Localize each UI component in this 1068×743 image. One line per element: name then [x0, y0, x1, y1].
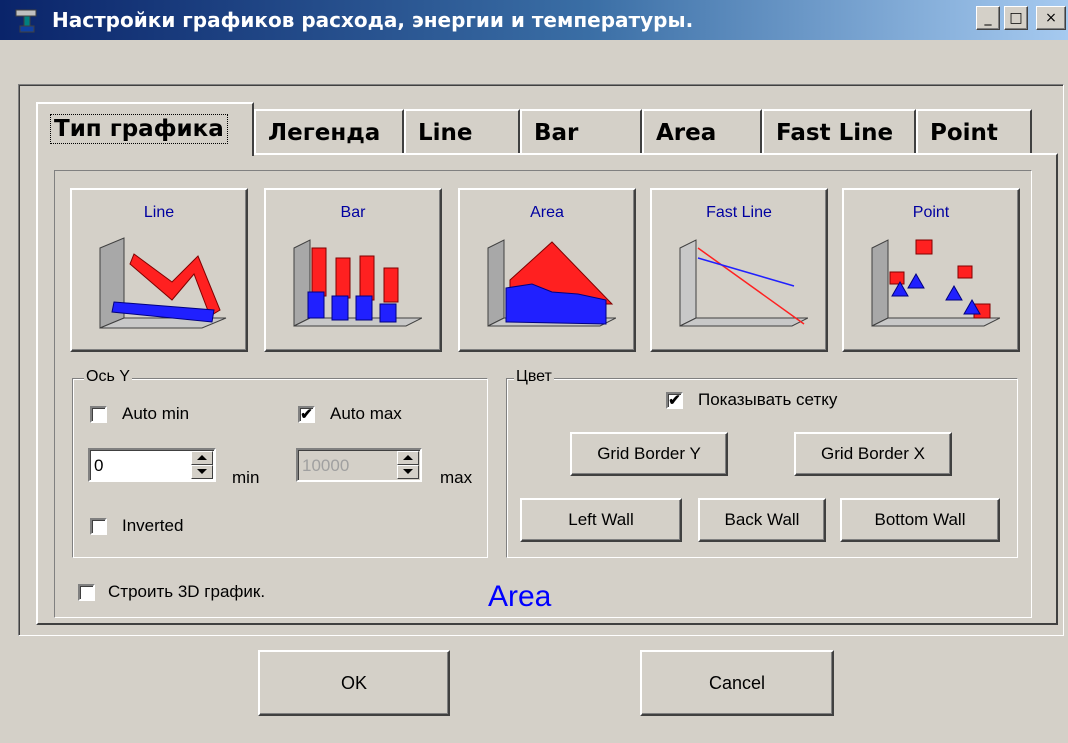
- selected-type-label: Area: [488, 580, 552, 613]
- inverted-label: Inverted: [122, 516, 184, 535]
- tab-bar[interactable]: Bar: [520, 109, 642, 155]
- max-spinbox[interactable]: 10000: [296, 448, 422, 482]
- grid-border-y-button[interactable]: Grid Border Y: [570, 432, 728, 476]
- point-type-button[interactable]: Point: [842, 188, 1020, 352]
- build-3d-checkbox[interactable]: [78, 584, 95, 601]
- left-wall-button[interactable]: Left Wall: [520, 498, 682, 542]
- tab-area[interactable]: Area: [642, 109, 762, 155]
- area-chart-icon: [487, 239, 616, 327]
- inverted-checkbox[interactable]: [90, 518, 107, 535]
- bottom-wall-button[interactable]: Bottom Wall: [840, 498, 1000, 542]
- auto-min-checkbox[interactable]: [90, 406, 107, 423]
- fast-line-chart-icon: [679, 239, 808, 327]
- color-group-title: Цвет: [514, 368, 554, 386]
- fast-line-type-label: Fast Line: [706, 204, 772, 221]
- area-type-button[interactable]: Area: [458, 188, 636, 352]
- max-value: 10000: [302, 456, 350, 475]
- min-down-arrow-icon[interactable]: [191, 465, 213, 479]
- tab-fast-line[interactable]: Fast Line: [762, 109, 916, 155]
- axis-y-group-title: Ось Y: [84, 368, 132, 386]
- show-grid-label: Показывать сетку: [698, 390, 838, 409]
- min-up-arrow-icon[interactable]: [191, 451, 213, 465]
- app-icon: [15, 9, 37, 33]
- fast-line-type-button[interactable]: Fast Line: [650, 188, 828, 352]
- minimize-button[interactable]: _: [976, 6, 1000, 30]
- grid-border-x-button[interactable]: Grid Border X: [794, 432, 952, 476]
- tab-legend[interactable]: Легенда: [254, 109, 404, 155]
- min-value: 0: [94, 456, 104, 475]
- area-type-label: Area: [530, 204, 564, 221]
- point-type-label: Point: [912, 204, 950, 221]
- tab-line[interactable]: Line: [404, 109, 520, 155]
- show-grid-checkbox[interactable]: ✔: [666, 392, 683, 409]
- bar-type-label: Bar: [340, 204, 366, 221]
- tab-label: Тип графика: [50, 114, 228, 144]
- auto-min-label: Auto min: [122, 404, 190, 423]
- min-spinbox[interactable]: 0: [88, 448, 216, 482]
- build-3d-label: Строить 3D график.: [108, 582, 266, 601]
- max-down-arrow-icon[interactable]: [397, 465, 419, 479]
- max-label: max: [440, 468, 473, 487]
- line-chart-icon: [99, 237, 227, 329]
- tab-chart-type[interactable]: Тип графика: [36, 102, 254, 156]
- auto-max-label: Auto max: [330, 404, 402, 423]
- auto-max-checkbox[interactable]: ✔: [298, 406, 315, 423]
- tab-point[interactable]: Point: [916, 109, 1032, 155]
- point-chart-icon: [871, 239, 1000, 327]
- window-title: Настройки графиков расхода, энергии и те…: [52, 8, 694, 32]
- bar-chart-icon: [293, 239, 422, 327]
- back-wall-button[interactable]: Back Wall: [698, 498, 826, 542]
- close-button[interactable]: ×: [1036, 6, 1066, 30]
- min-label: min: [232, 468, 260, 487]
- maximize-button[interactable]: □: [1004, 6, 1028, 30]
- max-up-arrow-icon[interactable]: [397, 451, 419, 465]
- line-type-label: Line: [143, 204, 175, 221]
- line-type-button[interactable]: Line: [70, 188, 248, 352]
- ok-button[interactable]: OK: [258, 650, 450, 716]
- bar-type-button[interactable]: Bar: [264, 188, 442, 352]
- cancel-button[interactable]: Cancel: [640, 650, 834, 716]
